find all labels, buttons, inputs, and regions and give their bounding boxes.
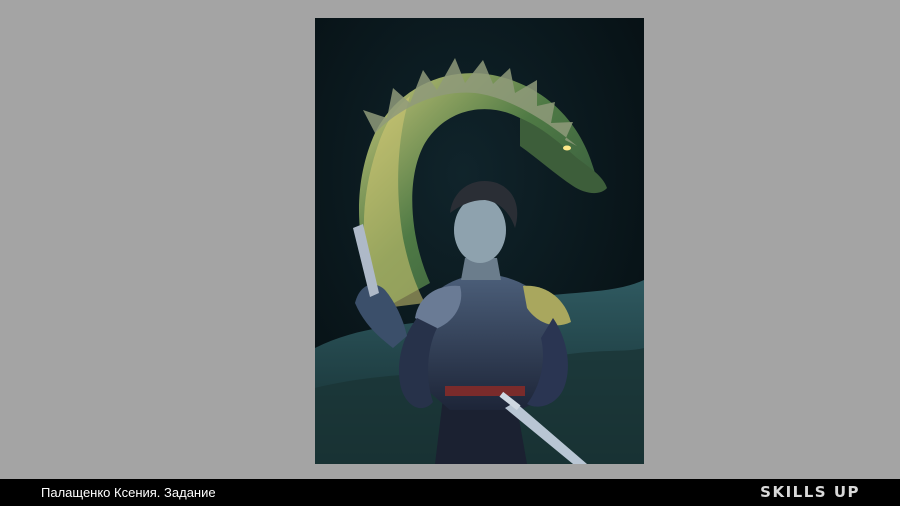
brand-logo: SKILLS UP — [760, 483, 860, 501]
slide-canvas — [0, 0, 900, 479]
artwork-image — [315, 18, 644, 464]
author-caption: Палащенко Ксения. Задание — [41, 485, 216, 500]
footer-bar: Палащенко Ксения. Задание SKILLS UP — [0, 479, 900, 506]
